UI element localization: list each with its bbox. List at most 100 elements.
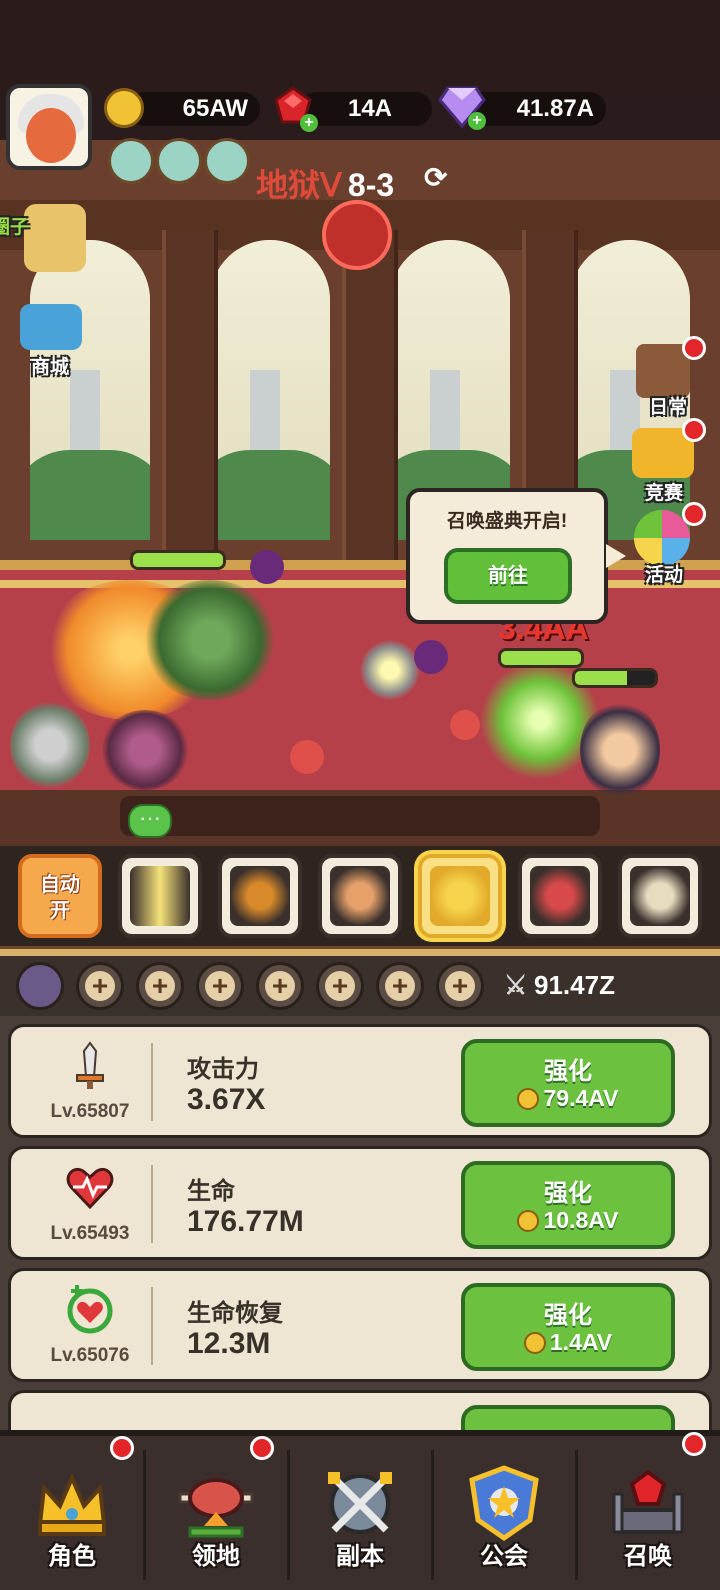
plus-icon: + xyxy=(145,971,175,1001)
add-diamond-icon[interactable]: + xyxy=(468,112,486,130)
auto-label: 自动 xyxy=(40,874,80,896)
tab-label: 领地 xyxy=(192,1543,240,1570)
stat-value: 12.3M xyxy=(187,1327,271,1360)
empty-team-slot[interactable]: + xyxy=(136,962,184,1010)
tab-summon[interactable]: 召唤 xyxy=(578,1432,718,1584)
tab-label: 副本 xyxy=(336,1543,384,1570)
popup-pointer xyxy=(606,544,626,568)
plus-icon: + xyxy=(325,971,355,1001)
goblin-hero-sprite xyxy=(140,580,280,700)
enhance-label: 强化 xyxy=(544,1180,592,1207)
stat-value: 176.77M xyxy=(187,1205,304,1238)
gold-coin-icon xyxy=(517,1210,540,1232)
buff-coin-icon[interactable] xyxy=(108,138,154,184)
sword-icon xyxy=(76,1041,104,1089)
skill-slot-4[interactable] xyxy=(418,854,502,938)
tab-guild[interactable]: 公会 xyxy=(434,1444,574,1584)
upgrade-level: Lv.65076 xyxy=(50,1345,130,1366)
skill-slot-5[interactable] xyxy=(518,854,602,938)
plus-icon: + xyxy=(385,971,415,1001)
team-power-value: 91.47Z xyxy=(534,970,615,1000)
empty-team-slot[interactable]: + xyxy=(316,962,364,1010)
enhance-cost: 79.4AV xyxy=(465,1085,671,1112)
empty-team-slot[interactable]: + xyxy=(436,962,484,1010)
meteor-skill-icon xyxy=(330,866,390,926)
enemy-hp-bar xyxy=(572,668,658,688)
empty-team-slot[interactable]: + xyxy=(376,962,424,1010)
plus-icon: + xyxy=(205,971,235,1001)
team-power: ⚔ 91.47Z xyxy=(504,970,615,1001)
notification-dot xyxy=(682,502,706,526)
skill-slot-6[interactable] xyxy=(618,854,702,938)
chat-bar[interactable] xyxy=(120,796,600,836)
daily-button[interactable]: 日常 xyxy=(628,336,708,420)
add-ruby-icon[interactable]: + xyxy=(300,114,318,132)
fire-skill-icon xyxy=(230,866,290,926)
enhance-hp-regen-button[interactable]: 强化 1.4AV xyxy=(461,1283,675,1371)
notification-dot xyxy=(682,1432,706,1456)
skill-slot-2[interactable] xyxy=(218,854,302,938)
empty-team-slot[interactable]: + xyxy=(256,962,304,1010)
empty-team-slot[interactable]: + xyxy=(76,962,124,1010)
go-button[interactable]: 前往 xyxy=(444,548,572,604)
pillar xyxy=(162,230,218,560)
pinwheel-icon xyxy=(634,510,690,566)
light-beam-skill-icon xyxy=(130,866,190,926)
golden-shield-skill-icon xyxy=(430,866,490,926)
upgrade-panel: Lv.65807 攻击力 3.67X 强化 79.4AV Lv.65493 生命… xyxy=(0,1016,720,1450)
chat-icon[interactable]: ··· xyxy=(128,804,172,838)
swords-icon xyxy=(328,1472,392,1534)
arch-window xyxy=(30,240,150,540)
refresh-icon[interactable]: ⟳ xyxy=(424,164,452,192)
tab-dungeon[interactable]: 副本 xyxy=(290,1444,430,1584)
cost-value: 10.8AV xyxy=(543,1207,619,1233)
boss-challenge-icon[interactable] xyxy=(322,200,392,270)
stage-title: 地狱Ⅴ 8-3 xyxy=(256,160,394,206)
tab-territory[interactable]: 领地 xyxy=(146,1436,286,1584)
upgrade-card-hp: Lv.65493 生命 176.77M 强化 10.8AV xyxy=(8,1146,712,1260)
stage-level: 8-3 xyxy=(347,167,395,203)
auto-skill-toggle[interactable]: 自动开 xyxy=(18,854,102,938)
gold-coin-icon xyxy=(104,88,144,128)
enhance-cost: 1.4AV xyxy=(465,1329,671,1356)
meat-icon xyxy=(178,1478,254,1538)
buff-bell-icon[interactable] xyxy=(156,138,202,184)
empty-team-slot[interactable]: + xyxy=(196,962,244,1010)
tab-label: 角色 xyxy=(48,1543,96,1570)
enhance-cost: 10.8AV xyxy=(465,1207,671,1234)
bat-skill-icon xyxy=(530,866,590,926)
skill-slot-1[interactable] xyxy=(118,854,202,938)
upgrade-level: Lv.65493 xyxy=(50,1223,130,1244)
circle-button[interactable]: 圈子 xyxy=(0,200,90,280)
gold-coin-icon xyxy=(523,1332,546,1354)
card-divider xyxy=(151,1165,153,1243)
enhance-attack-button[interactable]: 强化 79.4AV xyxy=(461,1039,675,1127)
stage-mode: 地狱Ⅴ xyxy=(256,167,342,203)
notification-dot xyxy=(682,336,706,360)
event-button[interactable]: 活动 xyxy=(624,502,706,588)
crown-icon xyxy=(37,1472,107,1536)
player-avatar[interactable] xyxy=(6,84,92,170)
gold-counter: 65AW xyxy=(128,92,260,126)
crossed-swords-icon: ⚔ xyxy=(504,970,528,1000)
skill-slot-3[interactable] xyxy=(318,854,402,938)
notification-dot xyxy=(110,1436,134,1460)
circle-icon xyxy=(24,204,86,272)
diamond-counter: 41.87A xyxy=(466,92,606,126)
summon-event-popup: 召唤盛典开启! 前往 xyxy=(406,488,608,624)
tab-character[interactable]: 角色 xyxy=(2,1436,142,1584)
stat-name: 攻击力 xyxy=(187,1056,259,1083)
stat-name: 生命恢复 xyxy=(187,1300,283,1327)
guild-shield-icon xyxy=(469,1465,539,1542)
summon-gem-icon xyxy=(612,1469,684,1534)
tab-label: 公会 xyxy=(480,1543,528,1570)
buff-speed-icon[interactable] xyxy=(204,138,250,184)
shop-cart-icon xyxy=(20,304,82,350)
heart-regen-icon xyxy=(67,1285,113,1334)
card-divider xyxy=(151,1043,153,1121)
team-leader-avatar[interactable] xyxy=(16,962,64,1010)
contest-button[interactable]: 竞赛 xyxy=(624,418,706,504)
shop-button[interactable]: 商城 xyxy=(10,300,90,380)
enhance-hp-button[interactable]: 强化 10.8AV xyxy=(461,1161,675,1249)
beast-hero-sprite xyxy=(100,710,190,790)
